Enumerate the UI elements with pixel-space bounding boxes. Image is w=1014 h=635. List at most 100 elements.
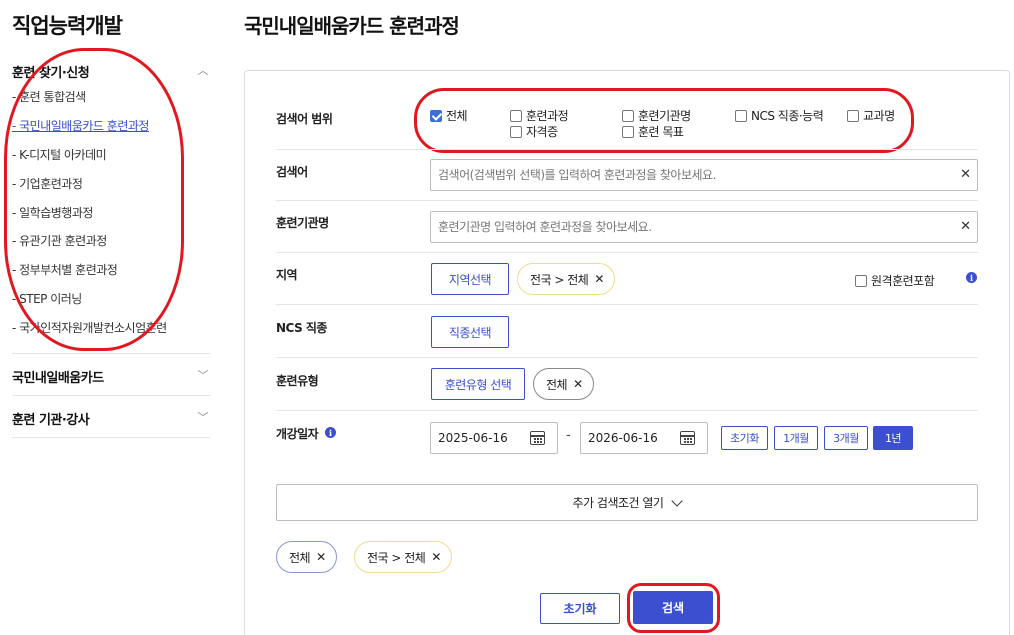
sidebar-section-label: 훈련 찾기·신청 [12,66,90,81]
sidebar-item-corporate-training[interactable]: - 기업훈련과정 [12,175,192,204]
keyword-field: ✕ [430,159,978,191]
scope-checkbox-goal[interactable]: 훈련 목표 [622,123,684,140]
region-chip: 전국 > 전체 ✕ [517,263,615,295]
period-1year-button[interactable]: 1년 [873,426,913,450]
search-button[interactable]: 검색 [633,591,713,624]
training-type-chip: 전체 ✕ [533,368,594,400]
period-reset-button[interactable]: 초기화 [721,426,768,450]
sidebar-item-government-ministry[interactable]: - 정부부처별 훈련과정 [12,261,192,290]
chip-label: 전국 > 전체 [367,550,426,565]
page-title: 국민내일배움카드 훈련과정 [244,14,460,38]
sidebar-section-label: 훈련 기관·강사 [12,413,90,428]
sidebar-section-card[interactable]: 국민내일배움카드 ﹀ [12,367,210,386]
info-icon[interactable]: i [325,427,336,438]
chevron-down-icon: ﹀ [197,411,209,424]
checkbox-checked-icon [430,109,442,122]
close-icon[interactable]: ✕ [431,550,441,564]
sidebar-divider [12,437,210,438]
sidebar-divider [12,353,210,354]
remote-training-label: 원격훈련포함 [871,274,935,288]
checkbox-icon [622,125,634,138]
row-divider [276,357,978,358]
sidebar-item-integrated-search[interactable]: - 훈련 통합검색 [12,88,192,117]
institution-label: 훈련기관명 [276,216,329,230]
end-date-value: 2026-06-16 [588,431,658,445]
period-1month-button[interactable]: 1개월 [774,426,818,450]
sidebar-section-institution-instructor[interactable]: 훈련 기관·강사 ﹀ [12,409,210,428]
sidebar-item-related-agency[interactable]: - 유관기관 훈련과정 [12,232,192,261]
chip-label: 전체 [289,550,311,565]
sidebar-item-work-study[interactable]: - 일학습병행과정 [12,204,192,233]
row-divider [276,304,978,305]
institution-field: ✕ [430,211,978,243]
start-date-value: 2025-06-16 [438,431,508,445]
keyword-label: 검색어 [276,165,308,179]
keyword-input[interactable] [431,160,977,190]
scope-option-label: 훈련 목표 [638,125,684,139]
chevron-down-icon: ﹀ [197,369,209,382]
row-divider [276,410,978,411]
remote-training-checkbox[interactable]: 원격훈련포함 [855,272,935,289]
region-label: 지역 [276,268,298,282]
ncs-label: NCS 직종 [276,321,327,335]
start-date-label: 개강일자 [276,427,319,441]
scope-checkbox-ncs[interactable]: NCS 직종·능력 [735,107,824,124]
institution-input[interactable] [431,212,977,242]
checkbox-icon [510,109,522,122]
training-type-select-button[interactable]: 훈련유형 선택 [431,368,525,400]
scope-checkbox-course[interactable]: 훈련과정 [510,107,569,124]
sidebar-item-card-training[interactable]: - 국민내일배움카드 훈련과정 [12,117,192,146]
sidebar-menu-list: - 훈련 통합검색 - 국민내일배움카드 훈련과정 - K-디지털 아카데미 -… [12,88,192,348]
selected-chip-region: 전국 > 전체 ✕ [354,541,452,573]
info-icon[interactable]: i [966,272,977,283]
scope-option-label: 훈련과정 [526,109,569,123]
sidebar-item-k-digital[interactable]: - K-디지털 아카데미 [12,146,192,175]
training-type-label: 훈련유형 [276,374,319,388]
checkbox-icon [855,274,867,287]
sidebar-item-consortium[interactable]: - 국가인적자원개발컨소시엄훈련 [12,319,192,348]
sidebar-divider [12,395,210,396]
checkbox-icon [510,125,522,138]
row-divider [276,149,978,150]
selected-chip-type: 전체 ✕ [276,541,337,573]
scope-checkbox-institution[interactable]: 훈련기관명 [622,107,691,124]
scope-option-label: 전체 [446,109,468,123]
chevron-down-icon [671,494,684,507]
checkbox-icon [735,109,747,122]
calendar-icon[interactable] [680,431,695,445]
sidebar-title: 직업능력개발 [12,14,123,38]
close-icon[interactable]: ✕ [573,377,583,391]
scope-option-label: 교과명 [863,109,895,123]
sidebar: 직업능력개발 훈련 찾기·신청 ︿ - 훈련 통합검색 - 국민내일배움카드 훈… [0,0,212,635]
scope-option-label: NCS 직종·능력 [751,109,824,123]
sidebar-item-step-elearning[interactable]: - STEP 이러닝 [12,290,192,319]
more-conditions-label: 추가 검색조건 열기 [572,496,664,510]
end-date-field[interactable]: 2026-06-16 [580,422,708,454]
period-3month-button[interactable]: 3개월 [824,426,868,450]
scope-option-label: 훈련기관명 [638,109,691,123]
date-separator: - [566,428,571,443]
more-conditions-button[interactable]: 추가 검색조건 열기 [276,484,978,521]
start-date-field[interactable]: 2025-06-16 [430,422,558,454]
close-icon[interactable]: ✕ [316,550,326,564]
chip-label: 전국 > 전체 [530,272,589,287]
chevron-up-icon: ︿ [197,64,209,77]
scope-label: 검색어 범위 [276,112,333,126]
scope-option-label: 자격증 [526,125,558,139]
checkbox-icon [847,109,859,122]
scope-checkbox-certificate[interactable]: 자격증 [510,123,558,140]
close-icon[interactable]: ✕ [960,219,971,234]
region-select-button[interactable]: 지역선택 [431,263,509,295]
row-divider [276,200,978,201]
close-icon[interactable]: ✕ [594,272,604,286]
chip-label: 전체 [546,377,568,392]
sidebar-section-training-search[interactable]: 훈련 찾기·신청 ︿ [12,62,210,81]
scope-checkbox-all[interactable]: 전체 [430,107,468,124]
scope-checkbox-subject[interactable]: 교과명 [847,107,895,124]
sidebar-section-label: 국민내일배움카드 [12,371,104,386]
calendar-icon[interactable] [530,431,545,445]
checkbox-icon [622,109,634,122]
reset-button[interactable]: 초기화 [540,593,620,624]
close-icon[interactable]: ✕ [960,167,971,182]
ncs-select-button[interactable]: 직종선택 [431,316,509,348]
